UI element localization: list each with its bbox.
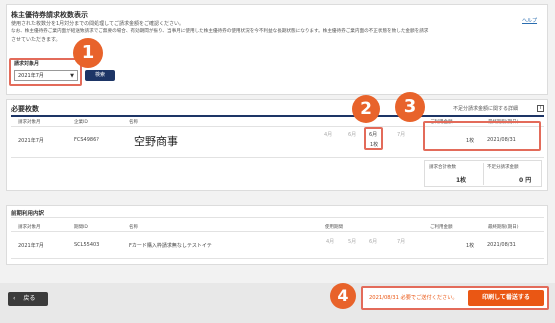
back-label: 戻る (23, 295, 36, 302)
history-title-divider (11, 217, 544, 218)
hist-col-count: ご利用金額 (430, 225, 453, 230)
marker-1: 1 (73, 38, 103, 68)
notes-line-2: なお、株主優待券ご業内面が紹送致請求でご無要の場合、有効期間が振り、当事月に使用… (11, 29, 429, 34)
hist-row-id: SCL55403 (74, 242, 100, 248)
month-select[interactable]: 2021年7月 ▼ (14, 70, 78, 81)
print-send-button[interactable]: 印刷して番送する (468, 290, 544, 306)
req-col-name: 名称 (129, 120, 138, 125)
summary-count-label: 請求合計枚数 (429, 165, 456, 170)
history-title: 前期利用内訳 (11, 211, 45, 217)
month-select-value: 2021年7月 (18, 73, 44, 79)
summary-amount-value: 0 円 (519, 177, 532, 184)
hist-row-divider (11, 258, 544, 259)
req-row-c2: 6月 (348, 132, 357, 138)
page-title: 株主優待券請求枚数表示 (11, 11, 88, 19)
req-row-month: 2021年7月 (18, 138, 44, 144)
hist-header-divider (11, 231, 544, 232)
hist-row-c3: 6月 (369, 239, 378, 245)
count-deadline-highlight (423, 121, 541, 151)
chevron-down-icon: ▼ (70, 73, 74, 79)
hist-col-id: 期間ID (74, 225, 88, 230)
deadline-notice: 2021/08/31 必要でご送付ください。 (369, 295, 458, 301)
hist-col-period: 使用期間 (325, 225, 343, 230)
req-row-c1: 4月 (324, 132, 333, 138)
search-label: 請求対象月 (14, 61, 40, 67)
req-row-deadline: 2021/08/31 (487, 137, 516, 143)
summary-divider (483, 163, 484, 185)
required-title: 必要枚数 (11, 105, 39, 113)
hist-col-month: 請求対象月 (18, 225, 41, 230)
req-row-name: 空野商事 (134, 135, 178, 148)
history-panel (6, 205, 548, 265)
summary-box: 請求合計枚数 1枚 不足分請求金額 0 円 (424, 160, 542, 187)
hist-row-deadline: 2021/08/31 (487, 242, 516, 248)
required-title-underline (11, 115, 544, 117)
help-link[interactable]: ヘルプ (522, 18, 537, 25)
hist-row-month: 2021年7月 (18, 243, 44, 249)
req-col-id: 企業ID (74, 120, 88, 125)
notes-line-3: させていただきます。 (11, 37, 61, 43)
req-row-c4: 7月 (397, 132, 406, 138)
marker-4: 4 (330, 283, 356, 309)
req-col-month: 請求対象月 (18, 120, 41, 125)
notes-line-1: 使用された枚数分を1月対分までの間処理してご請求金額をご確認ください。 (11, 21, 185, 27)
hist-col-deadline: 最終期限(期日) (488, 225, 519, 230)
req-row-count: 1枚 (466, 138, 475, 144)
chevron-left-icon: ‹ (13, 295, 16, 302)
summary-amount-label: 不足分請求金額 (487, 165, 519, 170)
hist-row-c1: 4月 (326, 239, 335, 245)
hist-row-c2: 5月 (348, 239, 357, 245)
req-row-id: FCS4986? (74, 137, 99, 143)
hist-row-c4: 7月 (397, 239, 406, 245)
marker-2: 2 (352, 95, 380, 123)
hist-row-name: Fカード購入枠請求無なしテストイテ (129, 243, 212, 249)
shortage-detail-link[interactable]: 不足分請求金額に関する詳細 (453, 106, 518, 113)
marker-3: 3 (395, 92, 425, 122)
summary-count-value: 1枚 (456, 177, 467, 184)
hist-col-name: 名称 (129, 225, 138, 230)
month-count-highlight (364, 127, 383, 150)
back-button[interactable]: ‹ 戻る (8, 292, 48, 306)
info-icon[interactable]: i (537, 105, 544, 112)
search-button[interactable]: 検索 (85, 70, 115, 81)
hist-row-count: 1枚 (466, 243, 475, 249)
req-row-divider (11, 157, 544, 158)
